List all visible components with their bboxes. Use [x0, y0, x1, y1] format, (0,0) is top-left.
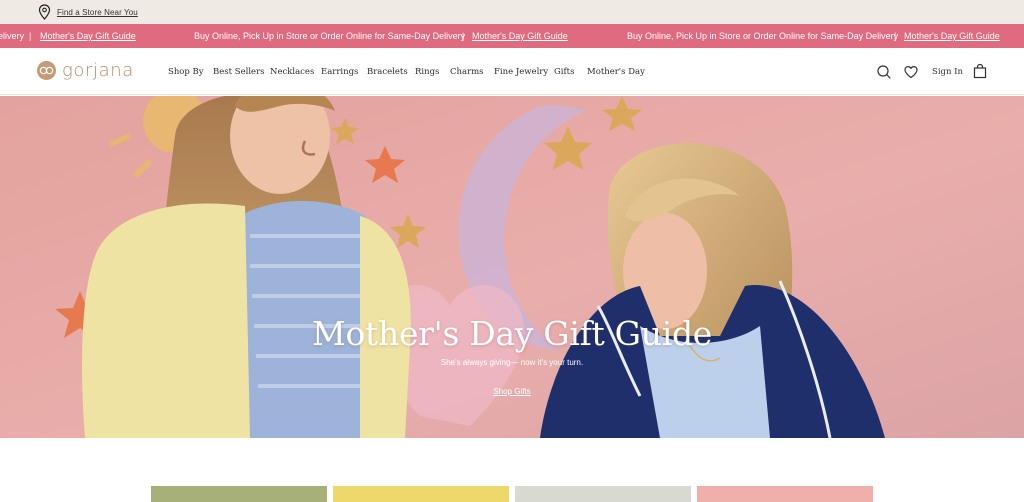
- location-pin-icon: [38, 4, 51, 20]
- promo-fragment: elivery: [0, 31, 25, 41]
- logo-text: gorjana: [62, 60, 134, 81]
- hero-subtitle: She's always giving— now it's your turn.: [440, 358, 584, 367]
- product-tile[interactable]: [151, 486, 327, 502]
- nav-item-gifts[interactable]: Gifts: [554, 67, 574, 77]
- promo-gift-guide-link[interactable]: Mother's Day Gift Guide: [472, 31, 568, 41]
- main-header: gorjana Shop By Best Sellers Necklaces E…: [0, 48, 1024, 95]
- promo-separator: |: [462, 31, 465, 41]
- find-store-link[interactable]: Find a Store Near You: [38, 4, 138, 20]
- nav-item-fine-jewelry[interactable]: Fine Jewelry: [494, 67, 548, 77]
- heart-icon[interactable]: [903, 64, 919, 80]
- promo-separator: |: [894, 31, 897, 41]
- nav-item-bracelets[interactable]: Bracelets: [367, 67, 408, 77]
- logo[interactable]: gorjana: [37, 60, 134, 81]
- promo-message: Buy Online, Pick Up in Store or Order On…: [194, 31, 466, 41]
- product-tiles: [0, 486, 1024, 502]
- shop-gifts-link[interactable]: Shop Gifts: [493, 387, 530, 396]
- promo-message: Buy Online, Pick Up in Store or Order On…: [627, 31, 899, 41]
- sign-in-link[interactable]: Sign In: [932, 67, 963, 77]
- promo-gift-guide-link[interactable]: Mother's Day Gift Guide: [40, 31, 136, 41]
- hero-cta-wrap: Shop Gifts: [0, 379, 1024, 398]
- nav-item-best-sellers[interactable]: Best Sellers: [213, 67, 265, 77]
- product-tile[interactable]: [697, 486, 873, 502]
- nav-item-necklaces[interactable]: Necklaces: [270, 67, 314, 77]
- nav-item-shop-by[interactable]: Shop By: [168, 67, 204, 77]
- nav-item-charms[interactable]: Charms: [450, 67, 484, 77]
- utility-bar: Find a Store Near You: [0, 0, 1024, 24]
- product-tile[interactable]: [515, 486, 691, 502]
- nav-item-rings[interactable]: Rings: [415, 67, 439, 77]
- promo-gift-guide-link[interactable]: Mother's Day Gift Guide: [904, 31, 1000, 41]
- hero-banner[interactable]: Mother's Day Gift Guide She's always giv…: [0, 96, 1024, 438]
- product-tile[interactable]: [333, 486, 509, 502]
- shopping-bag-icon[interactable]: [972, 63, 988, 79]
- logo-mark-icon: [37, 61, 56, 80]
- find-store-label: Find a Store Near You: [57, 7, 138, 17]
- nav-item-earrings[interactable]: Earrings: [321, 67, 358, 77]
- search-icon[interactable]: [876, 64, 892, 80]
- hero-title: Mother's Day Gift Guide: [311, 314, 713, 353]
- nav-item-mothers-day[interactable]: Mother's Day: [587, 67, 645, 77]
- promo-separator: |: [29, 31, 32, 41]
- promo-banner: elivery | Mother's Day Gift Guide Buy On…: [0, 24, 1024, 48]
